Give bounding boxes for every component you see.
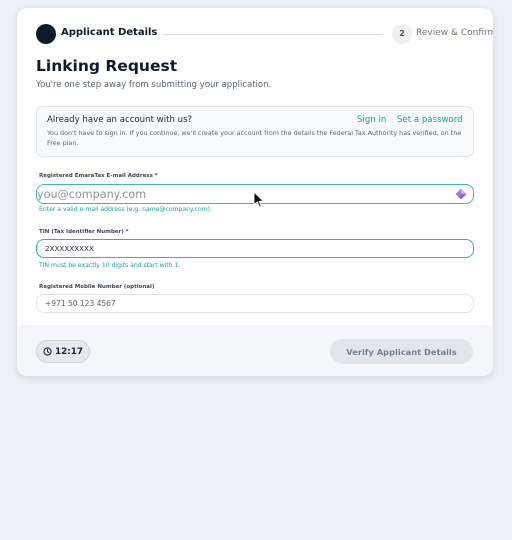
step-2-indicator: 2: [392, 24, 412, 44]
mobile-field[interactable]: [37, 295, 473, 312]
sign-in-link[interactable]: Sign in: [357, 115, 386, 125]
password-manager-icon[interactable]: [455, 188, 467, 200]
account-question: Already have an account with us?: [47, 115, 193, 125]
mobile-field-wrapper: [36, 294, 474, 313]
stepper-connector: [164, 34, 382, 35]
tin-hint: TIN must be exactly 10 digits and start …: [39, 262, 181, 269]
mouse-pointer-icon: [253, 191, 264, 208]
account-info-description: You don't have to sign in. If you contin…: [47, 129, 462, 147]
mobile-label: Registered Mobile Number (optional): [39, 284, 155, 290]
timer-value: 12:17: [54, 346, 83, 357]
step-2-label: Review & Confirm: [416, 28, 493, 38]
card-footer: 12:17 Verify Applicant Details: [17, 325, 493, 376]
clock-icon: [43, 347, 52, 356]
email-hint: Enter a valid e-mail address (e.g. name@…: [39, 206, 212, 213]
stepper: Applicant Details 2 Review & Confirm: [36, 23, 493, 47]
page-title: Linking Request: [36, 57, 178, 75]
tin-field[interactable]: [37, 240, 473, 257]
tin-field-wrapper: [36, 239, 474, 258]
set-password-link[interactable]: Set a password: [397, 115, 463, 125]
account-info-box: Already have an account with us? Sign in…: [36, 106, 474, 157]
step-1-label: Applicant Details: [61, 27, 158, 38]
step-1-indicator: [36, 24, 56, 44]
tin-label: TIN (Tax Identifier Number) *: [39, 229, 129, 235]
page-subtitle: You're one step away from submitting you…: [36, 80, 272, 90]
email-label: Registered EmaraTax E-mail Address *: [39, 173, 158, 179]
session-timer[interactable]: 12:17: [36, 340, 90, 363]
verify-applicant-details-button[interactable]: Verify Applicant Details: [330, 339, 473, 364]
